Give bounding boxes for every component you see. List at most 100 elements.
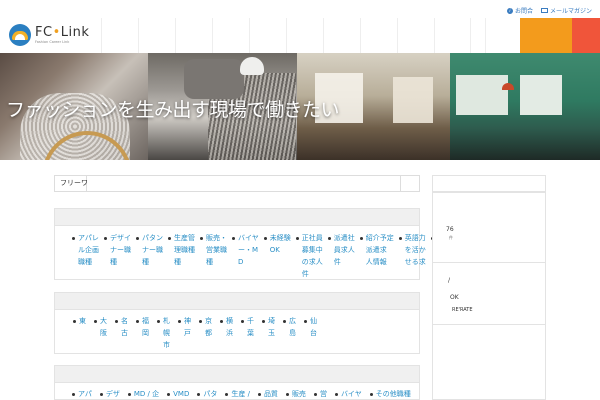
job-category-link-line: 人情報 xyxy=(365,258,387,266)
nav-item-wide[interactable] xyxy=(485,18,520,53)
job-category-link[interactable]: 正社員 募集中 の求人件 xyxy=(295,232,323,280)
area-list: 東大阪名古福岡札幌市神戸京都横浜千葉埼玉広島仙台 xyxy=(73,315,317,351)
hero-title: ファッションを生み出す現場で働きたい xyxy=(6,99,340,121)
area-link[interactable]: 神戸 xyxy=(178,315,191,351)
occupation-link[interactable]: その他職種 xyxy=(369,388,411,400)
nav-item[interactable] xyxy=(249,18,286,53)
area-link-line: 大 xyxy=(100,317,107,325)
occupation-panel: アパ デザ MD / 企 VMD パタ 生産 / 品質 販売営バイヤ その他職種 xyxy=(54,383,420,400)
job-category-link-line: 種 xyxy=(206,258,213,266)
nav-item[interactable] xyxy=(138,18,175,53)
area-link-line: 仙 xyxy=(310,317,317,325)
logo-mark-icon xyxy=(9,24,31,46)
hero-photo-studio xyxy=(450,53,600,160)
nav-item[interactable] xyxy=(175,18,212,53)
job-category-link-line: 件 xyxy=(333,258,341,266)
area-link-line: 島 xyxy=(289,329,296,337)
occupation-link[interactable]: アパ xyxy=(72,388,92,400)
search-bar: フリーワード xyxy=(54,175,420,192)
job-category-link[interactable]: パタン ナー職種 xyxy=(136,232,163,280)
search-button[interactable] xyxy=(400,176,419,191)
nav-item[interactable] xyxy=(397,18,434,53)
job-category-link[interactable]: 英語力 を活か せる求 xyxy=(398,232,426,280)
area-link-line: 埼 xyxy=(268,317,275,325)
occupation-link[interactable]: VMD xyxy=(167,388,189,400)
occupation-link[interactable]: 品質 xyxy=(257,388,278,400)
job-category-link-line: 英語力 xyxy=(404,234,426,242)
job-category-link-line: ナー職 xyxy=(142,246,163,254)
job-category-link[interactable]: 紹介予定 派遣求 人情報 xyxy=(359,232,394,280)
job-category-link-line: ナー職 xyxy=(110,246,131,254)
occupation-link[interactable]: 営 xyxy=(313,388,327,400)
area-link[interactable]: 仙台 xyxy=(304,315,317,351)
area-link[interactable]: 大阪 xyxy=(94,315,107,351)
nav-item[interactable] xyxy=(360,18,397,53)
job-category-link-line: 派遣社 xyxy=(333,234,355,242)
area-link-line: 幌 xyxy=(163,329,170,337)
area-link-line: 東 xyxy=(79,317,86,325)
area-link-line: 浜 xyxy=(226,329,233,337)
sidebar-divider xyxy=(433,262,545,263)
occupation-link[interactable]: 生産 / xyxy=(225,388,250,400)
search-label: フリーワード xyxy=(55,176,102,191)
job-category-link-line: 種 xyxy=(142,258,149,266)
area-link[interactable]: 東 xyxy=(73,315,86,351)
sidebar-title-bar xyxy=(432,175,546,192)
area-link-line: 札 xyxy=(163,317,170,325)
sidebar-count-sub: 件 xyxy=(449,235,453,240)
nav-item[interactable] xyxy=(101,18,138,53)
job-category-link[interactable]: 販売・ 営業職種 xyxy=(200,232,227,280)
job-category-link-line: 理職種 xyxy=(174,246,195,254)
site-logo[interactable]: FC•Link Fashion Career Link xyxy=(9,24,95,46)
area-link[interactable]: 広島 xyxy=(283,315,296,351)
job-category-link-line: 種 xyxy=(110,258,117,266)
area-link-line: 台 xyxy=(310,329,317,337)
area-link[interactable]: 福岡 xyxy=(136,315,149,351)
occupation-link[interactable]: 販売 xyxy=(285,388,306,400)
area-link-line: 戸 xyxy=(184,329,191,337)
job-category-link-line: 営業職 xyxy=(206,246,227,254)
occupation-link[interactable]: パタ xyxy=(197,388,217,400)
area-link[interactable]: 横浜 xyxy=(220,315,233,351)
job-category-link[interactable]: 派遣社 員求人件 xyxy=(327,232,355,280)
area-panel: 東大阪名古福岡札幌市神戸京都横浜千葉埼玉広島仙台 xyxy=(54,310,420,354)
area-link[interactable]: 京都 xyxy=(199,315,212,351)
area-link[interactable]: 札幌市 xyxy=(157,315,170,351)
area-link[interactable]: 千葉 xyxy=(241,315,254,351)
register-button[interactable] xyxy=(520,18,572,53)
job-category-link-line: 種 xyxy=(174,258,181,266)
logo-subtitle: Fashion Career Link xyxy=(35,39,70,44)
job-category-link[interactable]: デザイ ナー職種 xyxy=(104,232,131,280)
job-category-link[interactable]: 生産管 理職種種 xyxy=(168,232,195,280)
job-category-link[interactable]: 未経験 OK xyxy=(263,232,291,280)
job-category-link[interactable]: アパレ ル企画 職種 xyxy=(72,232,99,280)
area-link-line: 市 xyxy=(163,341,170,349)
nav-item[interactable] xyxy=(286,18,323,53)
contact-link[interactable]: i お問合 xyxy=(506,6,533,15)
login-button[interactable] xyxy=(572,18,600,53)
area-link[interactable]: 埼玉 xyxy=(262,315,275,351)
area-link-line: 阪 xyxy=(100,329,107,337)
nav-item[interactable] xyxy=(434,18,471,53)
search-input[interactable] xyxy=(87,176,400,191)
sidebar-ok: OK xyxy=(450,294,459,301)
area-link-line: 京 xyxy=(205,317,212,325)
nav-item[interactable] xyxy=(212,18,249,53)
newsletter-link[interactable]: メールマガジン xyxy=(540,6,592,15)
job-category-link-line: 件 xyxy=(301,270,309,278)
job-category-panel: アパレ ル企画 職種 デザイ ナー職種パタン ナー職種生産管 理職種種販売・ 営業職種バイヤー… xyxy=(54,226,458,280)
area-link[interactable]: 名古 xyxy=(115,315,128,351)
sidebar-divider xyxy=(433,324,545,325)
logo-title: FC•Link xyxy=(35,26,89,39)
occupation-link[interactable]: デザ xyxy=(99,388,120,400)
occupation-link[interactable]: MD / 企 xyxy=(127,388,159,400)
logo-text: FC•Link Fashion Career Link xyxy=(35,26,89,45)
job-category-link[interactable]: バイヤ ー・M D xyxy=(232,232,259,280)
job-category-link-line: アパレ xyxy=(78,234,99,242)
job-category-link-line: 職種 xyxy=(78,258,92,266)
job-category-link-line: 紹介予定 xyxy=(365,234,394,242)
nav-item[interactable] xyxy=(323,18,360,53)
occupation-link[interactable]: バイヤ xyxy=(334,388,362,400)
job-category-link-line: バイヤ xyxy=(238,234,259,242)
area-link-line: 広 xyxy=(289,317,296,325)
